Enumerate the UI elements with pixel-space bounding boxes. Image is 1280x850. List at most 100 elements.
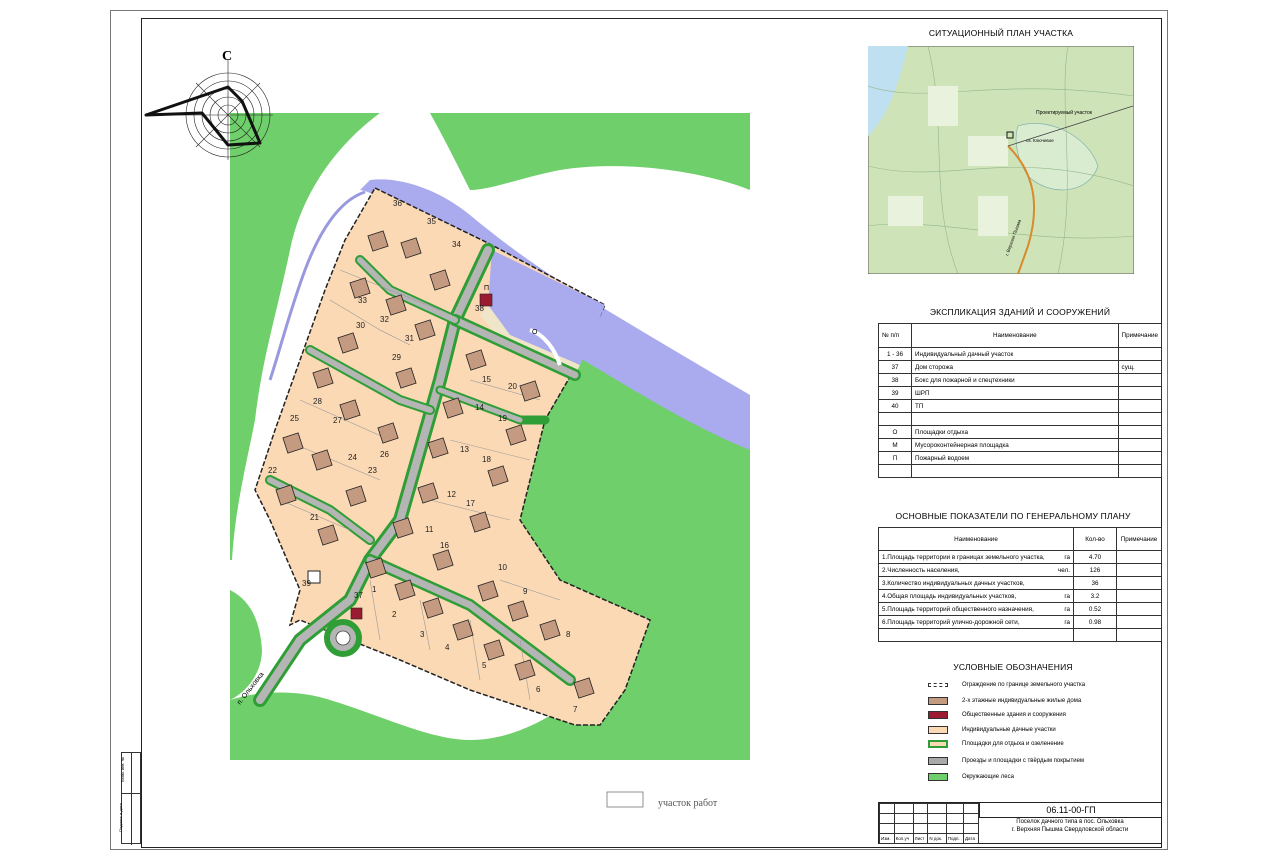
indicator-row: 2.Численность населения, чел. 126 (878, 563, 1162, 577)
explication-row: П Пожарный водоем (878, 451, 1163, 465)
expl-num: М (878, 438, 912, 452)
lot-number: 2 (392, 610, 397, 619)
legend-title: УСЛОВНЫЕ ОБОЗНАЧЕНИЯ (953, 662, 1073, 672)
legend-swatch (928, 697, 948, 705)
lot-number: 32 (380, 315, 389, 324)
ind-note (1116, 563, 1162, 577)
ind-note (1116, 589, 1162, 603)
lot-number: 31 (405, 334, 414, 343)
expl-note (1117, 412, 1163, 426)
lot-number: 8 (566, 630, 571, 639)
expl-num: 37 (878, 360, 912, 374)
stamp-line2: г. Верхняя Пышма Свердловской области (1011, 827, 1129, 833)
ind-name: 3.Количество индивидуальных дачных участ… (878, 576, 1053, 590)
expl-name: Пожарный водоем (911, 451, 1119, 465)
ind-note (1116, 550, 1162, 564)
expl-name: Дом сторожа (911, 360, 1119, 374)
explication-row: 39 ШРП (878, 386, 1163, 400)
explication-row: 40 ТП (878, 399, 1163, 413)
lot-number: 30 (356, 321, 365, 330)
lot-number: 23 (368, 466, 377, 475)
lot-number: 1 (372, 585, 377, 594)
lot-number: 24 (348, 453, 357, 462)
ind-unit (1053, 576, 1074, 590)
legend-swatch (928, 740, 948, 748)
legend-swatch (928, 773, 948, 781)
legend-label: Общественные здания и сооружения (962, 712, 1066, 718)
legend-item: Окружающие леса (928, 773, 1014, 781)
expl-note (1117, 425, 1163, 439)
lot-number: 28 (313, 397, 322, 406)
expl-h-name: Наименование (911, 323, 1119, 348)
lot-number: 37 (354, 591, 363, 600)
lot-number: 38 (475, 304, 484, 313)
legend-swatch (928, 683, 948, 687)
expl-note (1117, 451, 1163, 465)
indicator-row: 1.Площадь территории в границах земельно… (878, 550, 1162, 564)
lot-number: 11 (425, 525, 434, 534)
expl-name: ТП (911, 399, 1119, 413)
ind-name (878, 628, 1053, 642)
legend-item: 2-х этажные индивидуальные жилые дома (928, 697, 1081, 705)
ind-note (1116, 602, 1162, 616)
ind-h-name: Наименование (878, 527, 1074, 551)
legend-item: Площадки для отдыха и озеленение (928, 740, 1064, 748)
expl-h-note: Примечание (1117, 323, 1163, 348)
lot-number: 14 (475, 403, 484, 412)
expl-name (911, 464, 1119, 478)
indicator-row: 4.Общая площадь индивидуальных участков,… (878, 589, 1162, 603)
lot-number: 18 (482, 455, 491, 464)
lot-number: 6 (536, 685, 541, 694)
legend-item: Ограждение по границе земельного участка (928, 682, 1085, 688)
explication-row: 38 Бокс для пожарной и спецтехники (878, 373, 1163, 387)
expl-num (878, 464, 912, 478)
expl-num: 39 (878, 386, 912, 400)
title-stamp: Изм. Кол.уч Лист N док. Подп. Дата 06.11-00-Г… (878, 802, 1162, 844)
lot-number: 20 (508, 382, 517, 391)
stamp-col: N док. (927, 833, 947, 844)
ind-unit: га (1053, 615, 1074, 629)
indicator-row: 3.Количество индивидуальных дачных участ… (878, 576, 1162, 590)
explication-title: ЭКСПЛИКАЦИЯ ЗДАНИЙ И СООРУЖЕНИЙ (929, 307, 1111, 317)
ind-name: 4.Общая площадь индивидуальных участков, (878, 589, 1053, 603)
site-plan-lake: оз. Ключевое (1026, 138, 1054, 143)
lot-number: 4 (445, 643, 450, 652)
lot-number: 27 (333, 416, 342, 425)
expl-num: П (878, 451, 912, 465)
stamp-col: Дата (962, 833, 980, 844)
lot-number: 17 (466, 499, 475, 508)
lot-number: 35 (427, 217, 436, 226)
indicators-table: Наименование Кол-во Примечание 1.Площадь… (878, 527, 1162, 642)
master-plan: 12345678910111213141516171819202122 23242… (144, 49, 750, 813)
indicator-row (878, 628, 1162, 642)
expl-note: сущ. (1117, 360, 1163, 374)
legend-item: Общественные здания и сооружения (928, 711, 1066, 719)
lot-number: 25 (290, 414, 299, 423)
ind-name: 1.Площадь территории в границах земельно… (878, 550, 1053, 564)
ind-name: 2.Численность населения, (878, 563, 1053, 577)
lot-number: 21 (310, 513, 319, 522)
ind-value: 3.2 (1073, 589, 1117, 603)
legend-item: Индивидуальные дачные участки (928, 726, 1056, 734)
explication-row (878, 412, 1163, 426)
ind-unit (1053, 628, 1074, 642)
legend-label: Проезды и площадки с твёрдым покрытием (962, 758, 1085, 764)
legend-label: Ограждение по границе земельного участка (962, 682, 1086, 688)
ind-unit: га (1053, 589, 1074, 603)
lot-number: 33 (358, 296, 367, 305)
site-plan-map: Проектируемый участок оз. Ключевое г. Ве… (868, 46, 1134, 274)
ind-value (1073, 628, 1117, 642)
stamp-col: Кол.уч (893, 833, 914, 844)
site-plan-marker: Проектируемый участок (1036, 109, 1093, 116)
lot-number: 12 (447, 490, 456, 499)
expl-name: Мусороконтейнерная площадка (911, 438, 1119, 452)
expl-name: ШРП (911, 386, 1119, 400)
expl-h-num: № п/п (878, 323, 912, 348)
stamp-code: 06.11-00-ГП (979, 803, 1162, 818)
lot-number: 3 (420, 630, 425, 639)
indicators-title: ОСНОВНЫЕ ПОКАЗАТЕЛИ ПО ГЕНЕРАЛЬНОМУ ПЛАН… (895, 511, 1131, 521)
legend-label: Индивидуальные дачные участки (962, 727, 1056, 733)
legend-label: Окружающие леса (962, 774, 1014, 780)
legend-label: Площадки для отдыха и озеленение (962, 741, 1064, 747)
expl-note (1117, 347, 1163, 361)
